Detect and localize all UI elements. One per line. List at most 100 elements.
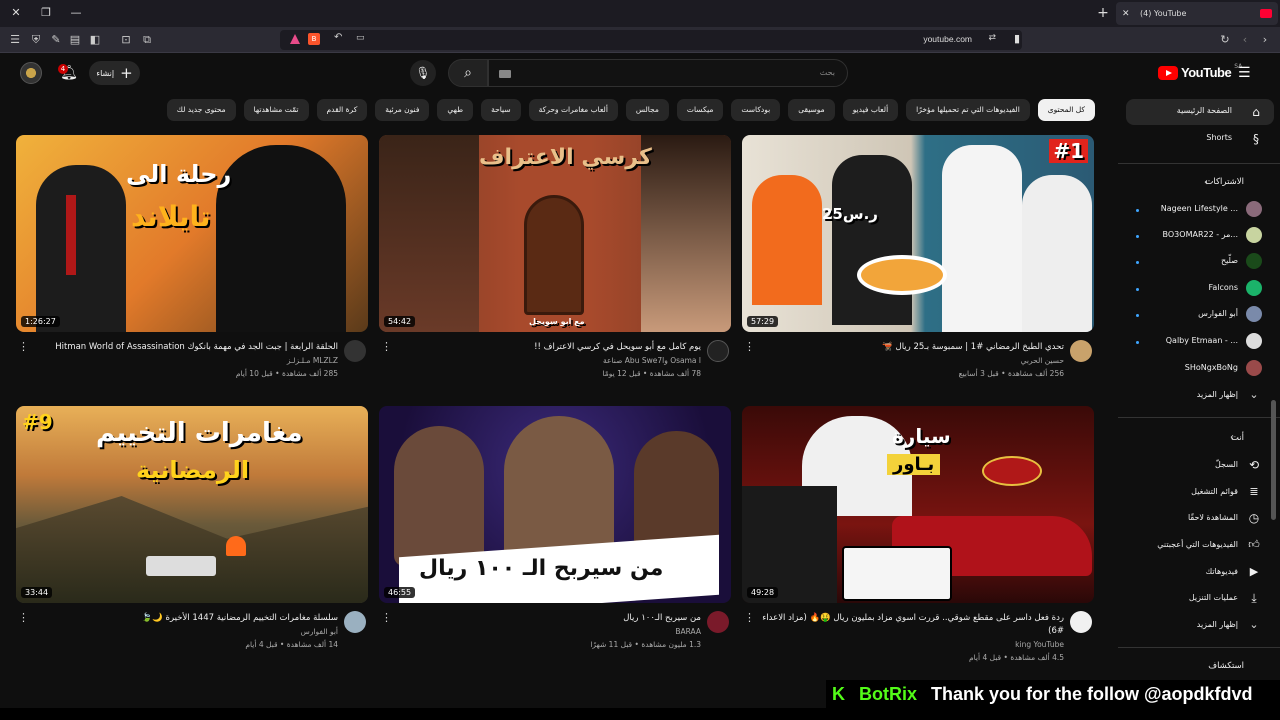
sidebar-item-liked-videos[interactable]: الفيديوهات التي أعجبتني: [1157, 540, 1238, 549]
keyboard-icon[interactable]: [499, 70, 511, 78]
youtube-logo[interactable]: YouTube SA: [1158, 63, 1242, 80]
sidebar-item-subscription[interactable]: أبو الفوارس: [1198, 309, 1238, 318]
chip-tourism[interactable]: سياحة: [481, 99, 521, 121]
chip-visual-arts[interactable]: فنون مرئية: [375, 99, 430, 121]
show-more-subscriptions[interactable]: إظهار المزيد: [1197, 390, 1238, 399]
chevron-down-icon[interactable]: ⌄: [1246, 617, 1262, 633]
video-card[interactable]: من سيربح الـ ١٠٠ ريال 46:55 من سيربح الـ…: [379, 406, 731, 663]
chevron-left-icon[interactable]: ‹: [1230, 432, 1234, 443]
account-avatar[interactable]: [20, 62, 42, 84]
sidebar-item-downloads[interactable]: عمليات التنزيل: [1189, 593, 1238, 602]
video-thumbnail[interactable]: #9 مغامرات التخييم الرمضانية 33:44: [16, 406, 368, 603]
search-button-icon[interactable]: ⌕: [448, 59, 488, 87]
chip-recently-uploaded[interactable]: الفيديوهات التي تم تحميلها مؤخرًا: [906, 99, 1030, 121]
guide-menu-icon[interactable]: ☰: [1238, 65, 1254, 81]
chip-music[interactable]: موسيقى: [788, 99, 835, 121]
subscription-avatar[interactable]: [1246, 201, 1262, 217]
address-bar[interactable]: B ↶ ▭ youtube.com ⇄ ▮: [280, 30, 1022, 50]
create-button[interactable]: إنشاء +: [89, 61, 140, 85]
sidebar-item-home[interactable]: ⌂ الصفحة الرئيسية: [1126, 99, 1274, 125]
video-title[interactable]: يوم كامل مع أبو سويحل في كرسي الاعتراف !…: [391, 341, 701, 354]
shield-icon[interactable]: ⛨: [28, 32, 44, 48]
channel-name[interactable]: king YouTube: [1015, 640, 1064, 649]
subscription-avatar[interactable]: [1246, 227, 1262, 243]
sidebar-item-subscription[interactable]: BO3OMAR22 - مر...: [1163, 230, 1238, 239]
chip-cooking[interactable]: طهي: [437, 99, 474, 121]
sidebar-item-watch-later[interactable]: المشاهدة لاحقًا: [1188, 513, 1238, 522]
more-actions-icon[interactable]: ⋮: [18, 611, 29, 624]
subscription-avatar[interactable]: [1246, 360, 1262, 376]
minimize-window-icon[interactable]: —: [66, 4, 86, 22]
search-input[interactable]: بحث: [488, 59, 848, 87]
reader-icon[interactable]: ▭: [356, 33, 365, 43]
video-thumbnail[interactable]: #1 25ر.س 57:29: [742, 135, 1094, 332]
subscriptions-heading[interactable]: الاشتراكات: [1205, 177, 1244, 187]
channel-avatar[interactable]: [707, 340, 729, 362]
sidebar-item-subscription[interactable]: Qalby Etmaan - ...: [1166, 336, 1238, 345]
more-actions-icon[interactable]: ⋮: [381, 340, 392, 353]
menu-icon[interactable]: ☰: [7, 32, 23, 48]
sidebar-item-subscription[interactable]: Falcons: [1208, 283, 1238, 292]
chevron-down-icon[interactable]: ⌄: [1246, 387, 1262, 403]
sidebar-scrollbar[interactable]: [1271, 400, 1276, 520]
video-thumbnail[interactable]: رحلة الى تايلاند 1:26:27: [16, 135, 368, 332]
video-title[interactable]: تحدي الطبخ الرمضاني #1 | سمبوسة بـ25 ريا…: [754, 341, 1064, 354]
chip-majalis[interactable]: مجالس: [625, 99, 669, 121]
video-thumbnail[interactable]: كرسي الاعتراف مع ابو سويحل 54:42: [379, 135, 731, 332]
video-title[interactable]: ردة فعل داسر على مقطع شوقي.. قررت اسوي م…: [754, 612, 1064, 638]
sidebar-item-history[interactable]: السجلّ: [1215, 460, 1238, 469]
show-more-you[interactable]: إظهار المزيد: [1197, 620, 1238, 629]
restore-window-icon[interactable]: ❐: [36, 4, 56, 22]
chip-adventure-games[interactable]: ألعاب مغامرات وحركة: [528, 99, 618, 121]
back-icon[interactable]: ‹: [1237, 32, 1253, 48]
subscription-avatar[interactable]: [1246, 333, 1262, 349]
forward-icon[interactable]: ›: [1257, 32, 1273, 48]
channel-avatar[interactable]: [344, 340, 366, 362]
chip-football[interactable]: كرة القدم: [316, 99, 368, 121]
close-window-icon[interactable]: ✕: [6, 4, 26, 22]
video-card[interactable]: سيارة بـاور 49:28 ردة فعل داسر على مقطع …: [742, 406, 1094, 663]
channel-avatar[interactable]: [707, 611, 729, 633]
brave-shield-icon[interactable]: B: [308, 33, 320, 45]
video-thumbnail[interactable]: سيارة بـاور 49:28: [742, 406, 1094, 603]
video-title[interactable]: سلسلة مغامرات التخييم الرمضانية 1447 الأ…: [28, 612, 338, 625]
site-settings-icon[interactable]: ⇄: [988, 33, 996, 43]
chevron-left-icon[interactable]: ‹: [1204, 177, 1208, 188]
back-arrow-icon[interactable]: ↶: [334, 32, 342, 43]
channel-name[interactable]: أبو الفوارس: [301, 627, 338, 636]
sidebar-icon[interactable]: ◧: [87, 32, 103, 48]
chip-mixes[interactable]: ميكسات: [676, 99, 724, 121]
browser-tab-youtube[interactable]: ✕ (4) YouTube: [1116, 2, 1278, 25]
chip-watched[interactable]: تمّت مشاهدتها: [243, 99, 309, 121]
sidebar-item-your-videos[interactable]: فيديوهاتك: [1206, 567, 1238, 576]
more-actions-icon[interactable]: ⋮: [18, 340, 29, 353]
bookmark-icon[interactable]: ▮: [1014, 32, 1020, 45]
subscription-avatar[interactable]: [1246, 306, 1262, 322]
more-actions-icon[interactable]: ⋮: [381, 611, 392, 624]
more-actions-icon[interactable]: ⋮: [744, 340, 755, 353]
tabs-icon[interactable]: ▤: [67, 32, 83, 48]
channel-name[interactable]: حسين الحربي: [1021, 356, 1064, 365]
video-card[interactable]: كرسي الاعتراف مع ابو سويحل 54:42 يوم كام…: [379, 135, 731, 392]
video-title[interactable]: الحلقة الرابعة | جبت الجد في مهمة بانكوك…: [28, 341, 338, 354]
channel-avatar[interactable]: [344, 611, 366, 633]
sidebar-item-subscription[interactable]: SHoNgxBoNg: [1185, 363, 1238, 372]
channel-avatar[interactable]: [1070, 611, 1092, 633]
puzzle-icon[interactable]: ⧉: [139, 32, 155, 48]
subscription-avatar[interactable]: [1246, 280, 1262, 296]
channel-avatar[interactable]: [1070, 340, 1092, 362]
subscription-avatar[interactable]: [1246, 253, 1262, 269]
sidebar-item-subscription[interactable]: صلّيح: [1221, 256, 1238, 265]
reload-icon[interactable]: ↻: [1217, 32, 1233, 48]
chip-video-games[interactable]: ألعاب فيديو: [842, 99, 899, 121]
video-title[interactable]: من سيربح الـ١٠٠ ريال: [391, 612, 701, 625]
screenshot-icon[interactable]: ⊡: [118, 32, 134, 48]
voice-search-mic-icon[interactable]: 🎙︎: [410, 60, 436, 86]
channel-name[interactable]: MLZLZ مـلـزلـز: [287, 356, 338, 365]
close-tab-icon[interactable]: ✕: [1122, 9, 1134, 19]
chip-new-to-you[interactable]: محتوى جديد لك: [166, 99, 236, 121]
video-thumbnail[interactable]: من سيربح الـ ١٠٠ ريال 46:55: [379, 406, 731, 603]
new-tab-button[interactable]: +: [1094, 4, 1112, 22]
chip-podcasts[interactable]: بودكاست: [731, 99, 781, 121]
channel-name[interactable]: Osama l وAbu Swe7l صناعة: [603, 356, 701, 365]
